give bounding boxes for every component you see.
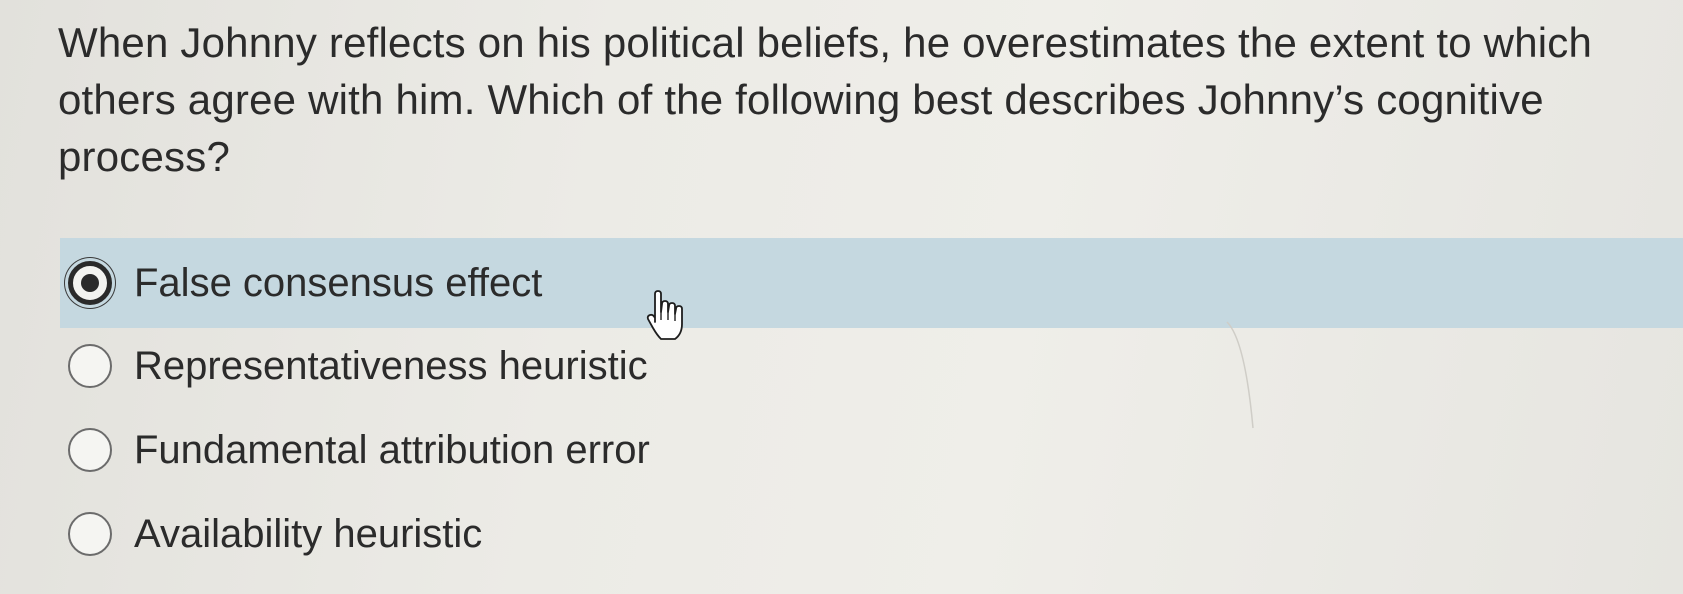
option-false-consensus-effect[interactable]: False consensus effect [60, 238, 1683, 328]
option-fundamental-attribution-error[interactable]: Fundamental attribution error [60, 408, 1683, 492]
radio-button[interactable] [68, 344, 112, 388]
option-representativeness-heuristic[interactable]: Representativeness heuristic [60, 324, 1683, 408]
option-label: Availability heuristic [134, 512, 483, 556]
screen-crease-decoration [1226, 321, 1254, 429]
radio-button[interactable] [68, 512, 112, 556]
option-label: Representativeness heuristic [134, 344, 648, 388]
option-availability-heuristic[interactable]: Availability heuristic [60, 492, 1683, 576]
answer-options: False consensus effect Representativenes… [60, 238, 1683, 576]
radio-button-selected[interactable] [68, 261, 112, 305]
radio-button[interactable] [68, 428, 112, 472]
option-label: False consensus effect [134, 261, 543, 305]
radio-dot-icon [81, 274, 99, 292]
question-text: When Johnny reflects on his political be… [58, 19, 1593, 180]
hand-pointer-icon [646, 290, 683, 340]
option-label: Fundamental attribution error [134, 428, 650, 472]
